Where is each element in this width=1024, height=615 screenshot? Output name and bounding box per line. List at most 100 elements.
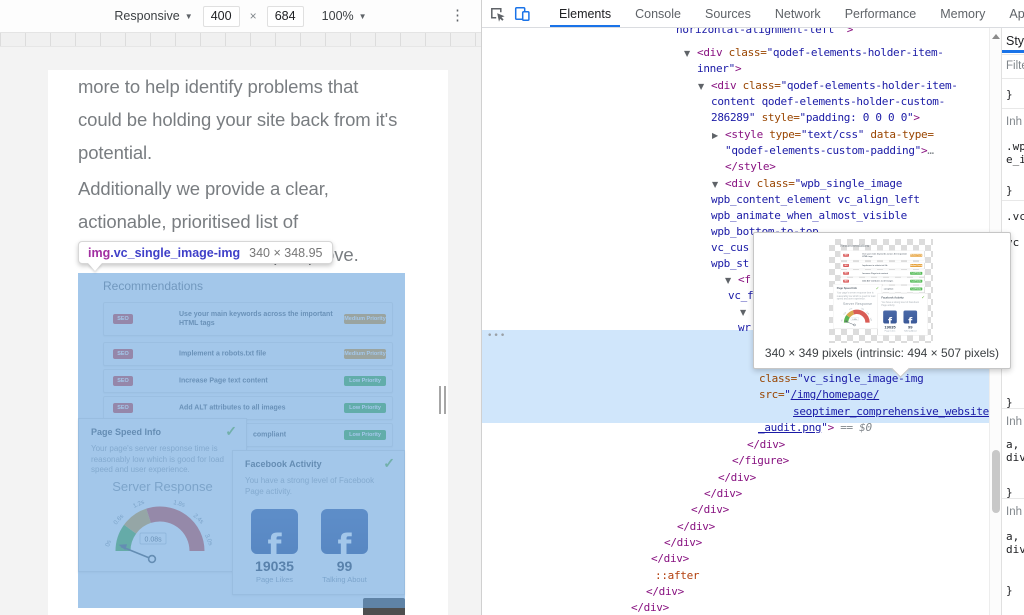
- page-speed-title: Page Speed Info: [837, 287, 857, 290]
- styles-section-label[interactable]: Inh: [1006, 506, 1022, 518]
- tree-node-line[interactable]: wpb_animate_when_almost_visible: [711, 208, 907, 224]
- audit-row: SEOImplement a robots.txt fileMedium Pri…: [840, 262, 924, 269]
- viewport-resize-handle[interactable]: [439, 386, 449, 414]
- scrollbar-thumb[interactable]: [992, 450, 1000, 513]
- chevron-down-icon: ▼: [359, 12, 367, 21]
- tree-node-line[interactable]: vc_f: [728, 288, 753, 304]
- tree-node-line[interactable]: wr: [738, 320, 751, 336]
- tab-elements[interactable]: Elements: [547, 0, 623, 28]
- audit-row-text: Increase Page text content: [862, 272, 888, 275]
- tree-node-line[interactable]: content qodef-elements-holder-custom-: [711, 94, 945, 110]
- styles-separator: [1002, 408, 1024, 409]
- inspect-element-icon[interactable]: [490, 5, 506, 23]
- css-rule-fragment[interactable]: e_i: [1006, 153, 1024, 166]
- seo-badge: SEO: [843, 272, 849, 275]
- element-tooltip-tag: img: [88, 246, 110, 260]
- devtools-tab-bar: ElementsConsoleSourcesNetworkPerformance…: [482, 0, 1024, 28]
- tree-node-line[interactable]: wpb_st: [711, 256, 749, 272]
- tree-node-line[interactable]: </div>: [747, 437, 785, 453]
- dimension-separator: ×: [250, 9, 257, 23]
- toggle-device-toolbar-icon[interactable]: [514, 5, 531, 23]
- tree-node-line[interactable]: ▼<f: [725, 272, 751, 289]
- tab-network[interactable]: Network: [763, 0, 833, 28]
- styles-separator: [1002, 78, 1024, 79]
- tab-console[interactable]: Console: [623, 0, 693, 28]
- responsive-dropdown[interactable]: Responsive ▼: [114, 9, 192, 23]
- zoom-dropdown[interactable]: 100% ▼: [322, 9, 367, 23]
- seo-audit-image: Recommendations SEOUse your main keyword…: [833, 242, 928, 339]
- tree-node-line[interactable]: seoptimer_comprehensive_website: [793, 404, 989, 420]
- server-response-gauge: 0s 0.6s 1.2s 1.8s 2.4s 3.0s 0.08s: [841, 307, 873, 328]
- tree-node-line[interactable]: src="/img/homepage/: [759, 387, 879, 403]
- priority-badge: Low Priority: [910, 288, 922, 291]
- chevron-down-icon: ▼: [185, 12, 193, 21]
- scroll-up-icon[interactable]: [992, 34, 1000, 39]
- tab-memory[interactable]: Memory: [928, 0, 997, 28]
- seo-badge: SEO: [843, 264, 849, 267]
- inspect-highlight-overlay: [78, 273, 405, 608]
- recommendations-heading: Recommendations: [840, 244, 869, 248]
- image-preview-tooltip: Recommendations SEOUse your main keyword…: [753, 232, 1011, 369]
- tree-node-line[interactable]: ::after: [655, 568, 699, 584]
- tab-application[interactable]: Application: [997, 0, 1024, 28]
- audit-row-text: Use your main keywords across the import…: [862, 253, 907, 258]
- tree-node-line[interactable]: </figure>: [732, 453, 789, 469]
- page-paragraph: more to help identify problems that coul…: [78, 70, 397, 169]
- more-options-icon[interactable]: ⋮: [450, 6, 465, 25]
- talking-about-label: Talking About: [900, 330, 921, 333]
- tree-node-line[interactable]: </div>: [718, 470, 756, 486]
- css-rule-fragment[interactable]: .wp: [1006, 140, 1024, 153]
- node-overflow-dots[interactable]: •••: [487, 328, 506, 344]
- facebook-activity-body: You have a strong level of Facebook Page…: [881, 301, 918, 307]
- css-rule-fragment[interactable]: }: [1006, 184, 1013, 197]
- tree-node-line[interactable]: 286289" style="padding: 0 0 0 0">: [711, 110, 920, 126]
- check-icon: ✓: [876, 286, 879, 291]
- styles-separator: [1002, 108, 1024, 109]
- tree-node-line[interactable]: "qodef-elements-custom-padding">…: [725, 143, 934, 159]
- element-tooltip-dims: 340 × 348.95: [249, 246, 322, 260]
- styles-separator: [1002, 200, 1024, 201]
- css-rule-fragment[interactable]: div: [1006, 451, 1024, 464]
- tree-node-line[interactable]: horizontal-alignment-left" >: [676, 28, 853, 38]
- tree-node-line[interactable]: _audit.png"> == $0: [758, 420, 872, 436]
- seo-badge: SEO: [843, 280, 849, 283]
- tree-node-line[interactable]: wpb_content_element vc_align_left: [711, 192, 920, 208]
- priority-badge: Low Priority: [910, 272, 922, 275]
- tree-node-line[interactable]: </div>: [664, 535, 702, 551]
- tree-node-line[interactable]: </div>: [691, 502, 729, 518]
- priority-badge: Low Priority: [910, 280, 922, 283]
- page-likes-label: Page Likes: [880, 330, 901, 333]
- audit-row-text: Add ALT attributes to all images: [862, 280, 893, 283]
- tab-sources[interactable]: Sources: [693, 0, 763, 28]
- tab-performance[interactable]: Performance: [833, 0, 929, 28]
- css-rule-fragment[interactable]: }: [1006, 88, 1013, 101]
- tree-node-line[interactable]: inner">: [697, 61, 741, 77]
- tab-styles[interactable]: Styles: [1006, 34, 1024, 48]
- tree-node-line[interactable]: ▼<div class="qodef-elements-holder-item-: [684, 45, 944, 62]
- tree-node-line[interactable]: vc_cus: [711, 240, 749, 256]
- audit-row: SEOUse your main keywords across the imp…: [840, 250, 924, 260]
- responsive-dropdown-label: Responsive: [114, 9, 179, 23]
- tree-node-line[interactable]: ▶<style type="text/css" data-type=: [712, 127, 934, 144]
- viewport-height-input[interactable]: [267, 6, 304, 27]
- viewport-width-input[interactable]: [203, 6, 240, 27]
- css-rule-fragment[interactable]: div: [1006, 543, 1024, 556]
- css-rule-fragment[interactable]: }: [1006, 584, 1013, 597]
- tree-node-line[interactable]: </div>: [677, 519, 715, 535]
- tree-node-line[interactable]: </style>: [725, 159, 776, 175]
- tree-node-line[interactable]: </div>: [651, 551, 689, 567]
- device-ruler: [0, 32, 481, 47]
- css-rule-fragment[interactable]: .vc: [1006, 210, 1024, 223]
- tree-node-line[interactable]: </div>: [646, 584, 684, 600]
- css-rule-fragment[interactable]: a,: [1006, 530, 1019, 543]
- styles-section-label[interactable]: Inh: [1006, 416, 1022, 428]
- styles-section-label[interactable]: Filter: [1006, 60, 1024, 72]
- device-mode-toolbar: Responsive ▼ × 100% ▼ ⋮: [0, 0, 481, 32]
- check-icon: ✓: [922, 295, 925, 300]
- css-rule-fragment[interactable]: a,: [1006, 438, 1019, 451]
- tree-node-line[interactable]: ▼<div class="qodef-elements-holder-item-: [698, 78, 958, 95]
- tree-node-line[interactable]: ▼<div class="wpb_single_image: [712, 176, 902, 193]
- styles-section-label[interactable]: Inh: [1006, 116, 1022, 128]
- tree-node-line[interactable]: </div>: [704, 486, 742, 502]
- browser-pane: Responsive ▼ × 100% ▼ ⋮ more to help ide…: [0, 0, 481, 615]
